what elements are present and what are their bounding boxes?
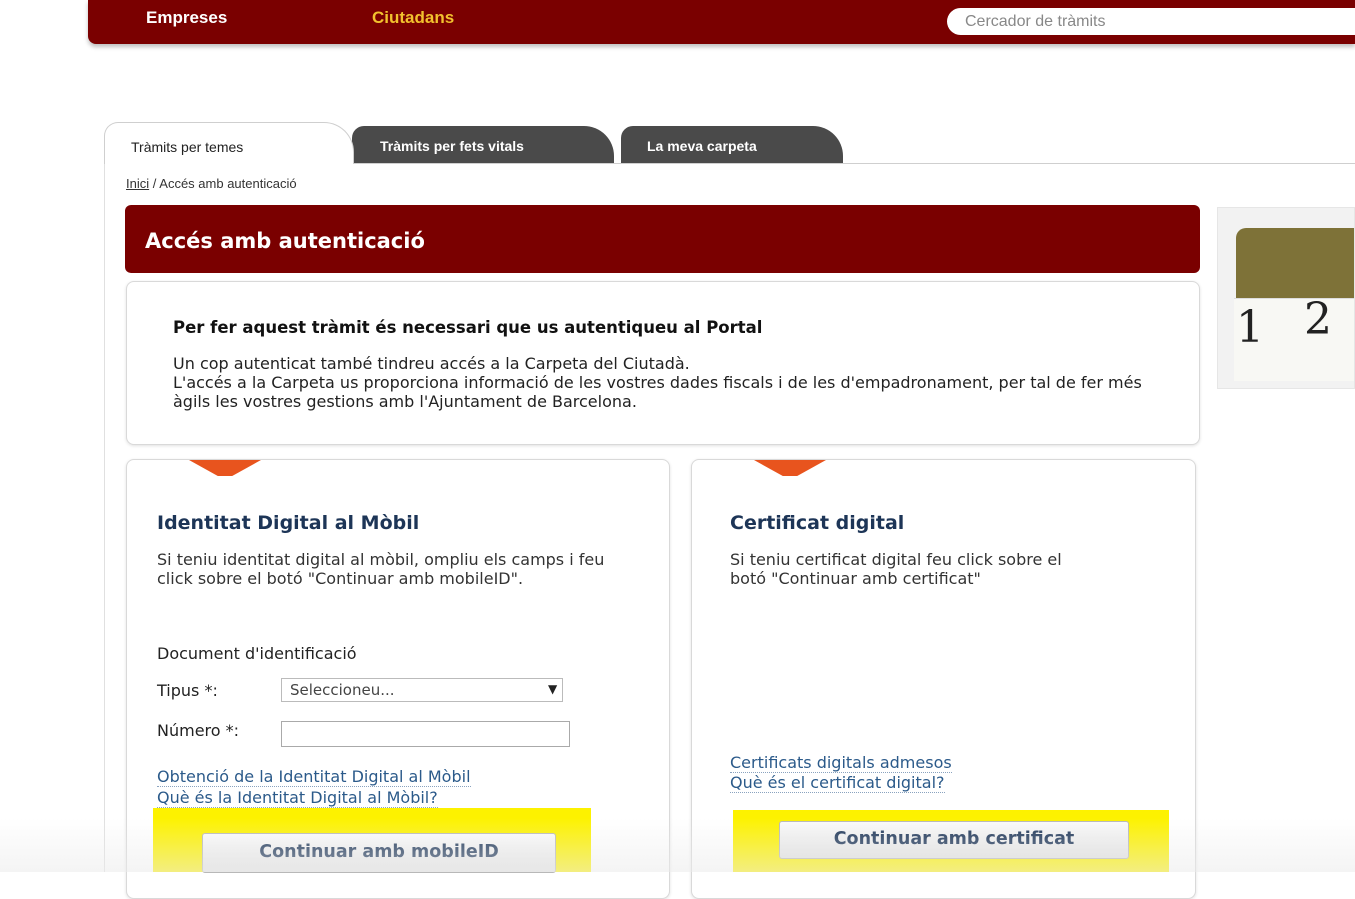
- document-label: Document d'identificació: [157, 644, 357, 663]
- nav-ciutadans[interactable]: Ciutadans: [372, 8, 454, 28]
- breadcrumb-current: Accés amb autenticació: [159, 176, 297, 191]
- page-title: Accés amb autenticació: [145, 229, 425, 253]
- tipus-label: Tipus *:: [157, 681, 218, 700]
- breadcrumb-separator: /: [152, 176, 157, 191]
- certificate-description: Si teniu certificat digital feu click so…: [730, 550, 1062, 588]
- panel-marker-icon: [189, 460, 261, 476]
- tab-la-meva-carpeta[interactable]: La meva carpeta: [621, 126, 843, 164]
- continue-mobileid-button[interactable]: Continuar amb mobileID: [202, 833, 556, 873]
- breadcrumb-home-link[interactable]: Inici: [126, 176, 149, 191]
- side-promo-image[interactable]: 1 2: [1217, 207, 1355, 389]
- info-box: Per fer aquest tràmit és necessari que u…: [126, 281, 1200, 445]
- tab-tramits-per-temes[interactable]: Tràmits per temes: [104, 122, 354, 164]
- search-input[interactable]: [947, 8, 1355, 35]
- mobile-id-description: Si teniu identitat digital al mòbil, omp…: [157, 550, 605, 588]
- info-line-2: L'accés a la Carpeta us proporciona info…: [173, 373, 1142, 411]
- tipus-selected-value: Seleccioneu...: [290, 681, 395, 699]
- dropdown-arrow-icon: ▼: [548, 682, 558, 696]
- page-title-banner: Accés amb autenticació: [125, 205, 1200, 273]
- mobile-id-obtain-link[interactable]: Obtenció de la Identitat Digital al Mòbi…: [157, 768, 471, 787]
- certificates-admitted-link[interactable]: Certificats digitals admesos: [730, 754, 952, 773]
- tab-tramits-per-fets-vitals[interactable]: Tràmits per fets vitals: [352, 126, 614, 164]
- numero-label: Número *:: [157, 721, 240, 740]
- nav-empreses[interactable]: Empreses: [146, 8, 227, 28]
- mobile-id-what-link[interactable]: Què és la Identitat Digital al Mòbil?: [157, 789, 438, 808]
- info-line-1: Un cop autenticat també tindreu accés a …: [173, 354, 690, 373]
- mobile-id-title: Identitat Digital al Mòbil: [157, 512, 420, 534]
- breadcrumb: Inici / Accés amb autenticació: [126, 176, 297, 191]
- info-text: Un cop autenticat també tindreu accés a …: [173, 354, 1183, 411]
- panel-marker-icon: [754, 460, 826, 476]
- step-number-1: 1: [1236, 302, 1264, 353]
- content-left-border: [104, 163, 105, 872]
- certificate-what-link[interactable]: Què és el certificat digital?: [730, 774, 945, 793]
- info-heading: Per fer aquest tràmit és necessari que u…: [173, 318, 763, 337]
- continue-certificate-button[interactable]: Continuar amb certificat: [779, 821, 1129, 859]
- tipus-select[interactable]: Seleccioneu... ▼: [281, 678, 563, 702]
- certificate-title: Certificat digital: [730, 512, 905, 534]
- numero-input[interactable]: [281, 721, 570, 747]
- step-number-2: 2: [1304, 294, 1332, 345]
